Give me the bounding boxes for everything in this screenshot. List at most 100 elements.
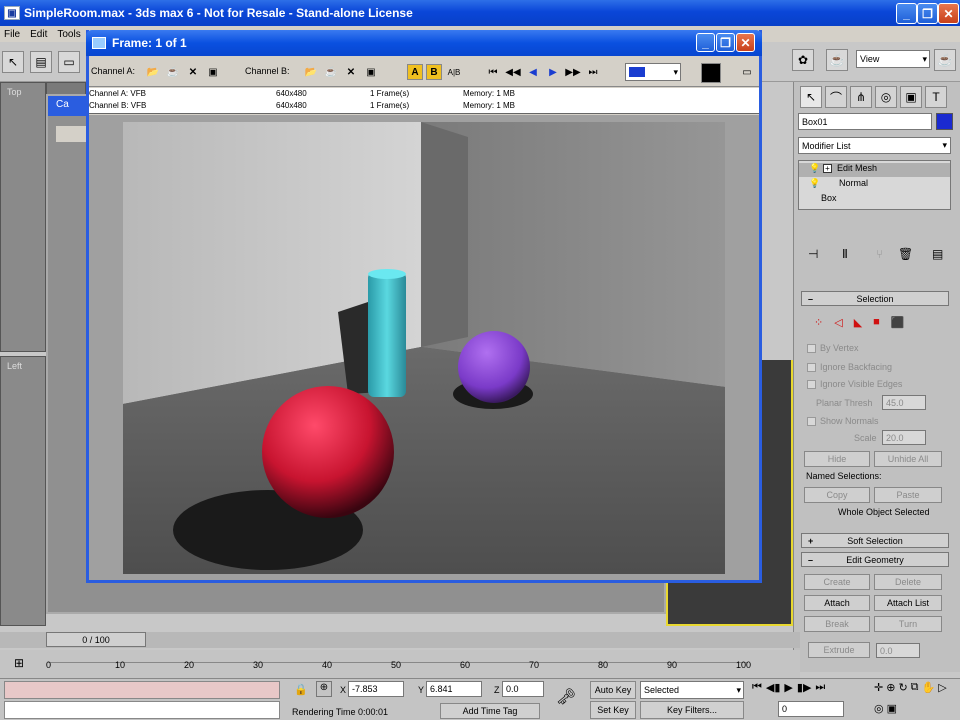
auto-key-button[interactable]: Auto Key — [590, 681, 636, 699]
key-mode-dropdown[interactable]: Selected ▾ — [640, 681, 744, 699]
info-row-b[interactable]: Channel B: VFB 640x480 1 Frame(s) Memory… — [89, 101, 759, 113]
frame-close-icon[interactable]: ✕ — [736, 33, 755, 52]
y-coordinate-field[interactable]: 6.841 — [426, 681, 482, 697]
set-key-button[interactable]: Set Key — [590, 701, 636, 719]
ignore-visible-edges-checkbox[interactable]: Ignore Visible Edges — [807, 379, 902, 389]
clear-x-b-icon[interactable]: ✕ — [343, 64, 359, 80]
paste-button[interactable]: Paste — [874, 487, 942, 503]
face-icon[interactable]: ◣ — [854, 316, 862, 332]
channel-b-button[interactable]: B — [426, 64, 442, 80]
attach-list-button[interactable]: Attach List — [874, 595, 942, 611]
prev-frame-icon[interactable]: ◀◀ — [505, 64, 521, 80]
create-tab-icon[interactable]: ↖ — [800, 86, 822, 108]
turn-button[interactable]: Turn — [874, 616, 942, 632]
show-normals-checkbox[interactable]: Show Normals — [807, 416, 879, 426]
field-of-view-icon[interactable]: ▷ — [938, 681, 946, 699]
break-button[interactable]: Break — [804, 616, 870, 632]
show-end-result-icon[interactable]: Ⅱ — [842, 247, 848, 261]
material-editor-icon[interactable]: ✿ — [792, 49, 814, 71]
add-time-tag-button[interactable]: Add Time Tag — [440, 703, 540, 719]
hierarchy-tab-icon[interactable]: ⋔ — [850, 86, 872, 108]
play-icon[interactable]: ▶ — [545, 64, 561, 80]
make-unique-icon[interactable]: ⑂ — [876, 247, 883, 261]
polygon-icon[interactable]: ■ — [873, 316, 880, 332]
menu-edit[interactable]: Edit — [30, 29, 47, 40]
extrude-spinner[interactable]: 0.0 — [876, 643, 920, 658]
x-coordinate-field[interactable]: -7.853 — [348, 681, 404, 697]
restore-icon[interactable]: ❐ — [917, 3, 938, 24]
attach-button[interactable]: Attach — [804, 595, 870, 611]
render-view-dropdown[interactable]: View ▾ — [856, 50, 930, 68]
quick-render-icon[interactable]: ☕ — [934, 49, 956, 71]
extrude-button[interactable]: Extrude — [808, 642, 870, 658]
channel-a-button[interactable]: A — [407, 64, 423, 80]
open-folder-b-icon[interactable]: 📂 — [303, 64, 319, 80]
configure-modifiers-icon[interactable]: ▤ — [932, 247, 943, 261]
by-vertex-checkbox[interactable]: By Vertex — [807, 343, 859, 353]
current-frame-field[interactable]: 0 — [778, 701, 844, 717]
mini-curve-editor-icon[interactable]: ⊞ — [14, 656, 24, 670]
zoom-icon[interactable]: ✛ — [874, 681, 883, 699]
motion-tab-icon[interactable]: ◎ — [875, 86, 897, 108]
camera-save-icon[interactable] — [56, 126, 86, 142]
select-by-name-icon[interactable]: ▤ — [30, 51, 52, 73]
color-swatch[interactable] — [701, 63, 721, 83]
key-icon[interactable]: 🗝 — [556, 687, 576, 707]
top-viewport[interactable]: Top — [0, 82, 46, 352]
pan-icon[interactable]: ✋ — [922, 681, 936, 699]
frame-minimize-icon[interactable]: _ — [696, 33, 715, 52]
display-channel-dropdown[interactable]: ▾ — [625, 63, 681, 81]
object-color-swatch[interactable] — [936, 113, 953, 130]
min-max-toggle-icon[interactable]: ▣ — [887, 702, 897, 720]
split-ab-button[interactable]: A|B — [445, 64, 463, 80]
maximize-viewport-icon[interactable]: ⧉ — [911, 681, 919, 699]
maxscript-listener-pink[interactable] — [4, 681, 280, 699]
soft-selection-rollout[interactable]: + Soft Selection — [801, 533, 949, 548]
orbit-icon[interactable]: ↻ — [898, 681, 907, 699]
create-button[interactable]: Create — [804, 574, 870, 590]
next-frame-icon[interactable]: ▮▶ — [797, 681, 812, 699]
time-slider[interactable]: 0 / 100 — [0, 632, 800, 648]
lightbulb-icon[interactable]: 💡 — [809, 163, 820, 174]
absolute-mode-icon[interactable]: ⊕ — [316, 681, 332, 697]
pin-stack-icon[interactable]: ⊣ — [808, 247, 818, 261]
stack-item-box[interactable]: Box — [821, 193, 837, 203]
selection-rollout[interactable]: – Selection — [801, 291, 949, 306]
ignore-backfacing-checkbox[interactable]: Ignore Backfacing — [807, 362, 892, 372]
track-bar[interactable]: ⊞ 0 10 20 30 40 50 60 70 80 90 100 — [0, 650, 800, 678]
clear-x-icon[interactable]: ✕ — [185, 64, 201, 80]
maxscript-listener-white[interactable] — [4, 701, 280, 719]
modifier-list-dropdown[interactable]: Modifier List ▾ — [798, 137, 951, 154]
key-filters-button[interactable]: Key Filters... — [640, 701, 744, 719]
left-viewport[interactable]: Left — [0, 356, 46, 626]
object-name-field[interactable]: Box01 — [798, 113, 932, 130]
go-to-end-icon[interactable]: ⏭ — [815, 681, 825, 699]
edge-icon[interactable]: ◁ — [834, 316, 842, 332]
render-scene-icon[interactable]: ☕ — [826, 49, 848, 71]
minimize-icon[interactable]: _ — [896, 3, 917, 24]
modify-tab-icon[interactable]: ⌒ — [825, 86, 847, 108]
z-coordinate-field[interactable]: 0.0 — [502, 681, 544, 697]
time-slider-thumb[interactable]: 0 / 100 — [46, 632, 146, 647]
go-to-start-icon[interactable]: ⏮ — [752, 681, 762, 699]
expand-icon[interactable]: + — [823, 164, 832, 173]
last-frame-icon[interactable]: ⏭ — [585, 64, 601, 80]
scale-spinner[interactable]: 20.0 — [882, 430, 926, 445]
arc-rotate-icon[interactable]: ◎ — [874, 702, 884, 720]
next-frame-icon[interactable]: ▶▶ — [565, 64, 581, 80]
play-reverse-icon[interactable]: ◀ — [525, 64, 541, 80]
zoom-all-icon[interactable]: ⊕ — [886, 681, 895, 699]
remove-modifier-icon[interactable]: 🗑 — [898, 247, 913, 261]
delete-button[interactable]: Delete — [874, 574, 942, 590]
open-folder-icon[interactable]: 📂 — [145, 64, 161, 80]
select-arrow-icon[interactable]: ↖ — [2, 51, 24, 73]
save-b-icon[interactable]: ▣ — [363, 64, 379, 80]
clone-teapot-b-icon[interactable]: ☕ — [323, 64, 339, 80]
utilities-tab-icon[interactable]: T — [925, 86, 947, 108]
menu-file[interactable]: File — [4, 29, 20, 40]
stack-item-edit-mesh[interactable]: Edit Mesh — [799, 163, 950, 177]
save-icon[interactable]: ▣ — [205, 64, 221, 80]
vertex-icon[interactable]: ⁘ — [814, 316, 823, 332]
previous-frame-icon[interactable]: ◀▮ — [766, 681, 781, 699]
lightbulb-icon[interactable]: 💡 — [809, 178, 820, 189]
